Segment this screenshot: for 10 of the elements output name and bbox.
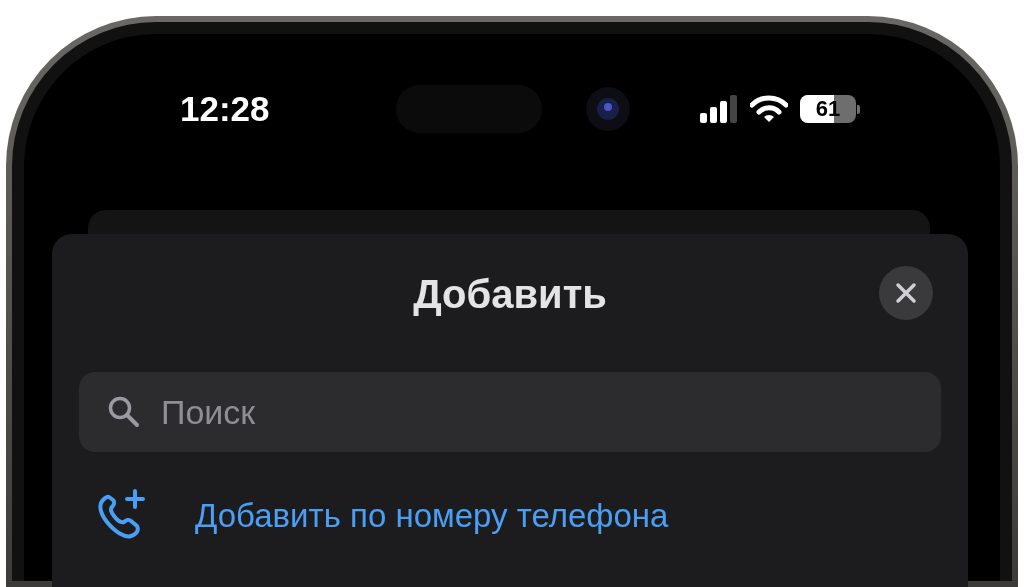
signal-icon [700,95,738,123]
status-time: 12:28 [180,89,271,129]
search-field[interactable]: Поиск [79,372,941,452]
close-button[interactable] [879,266,933,320]
camera-icon [586,87,630,131]
wifi-icon [750,95,788,123]
action-link[interactable]: Добавить по номеру телефона [195,497,669,535]
search-icon [107,395,141,429]
close-icon [895,282,917,304]
sheet-title: Добавить [413,271,607,317]
